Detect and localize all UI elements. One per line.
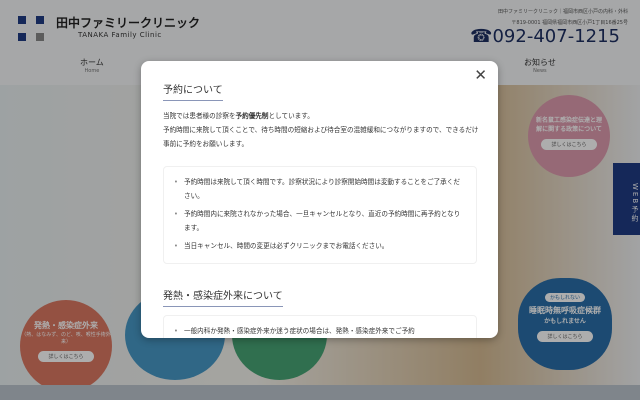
clinic-name-en: TANAKA Family Clinic bbox=[78, 31, 162, 39]
nav-sub: News bbox=[533, 68, 547, 74]
pink-banner[interactable]: 新名鼠工感染症伝達と理解に関する政策について 詳しくはこちら bbox=[528, 95, 610, 177]
sleep-apnea-banner[interactable]: かもしれない 睡眠時無呼吸症候群 かもしれません 詳しくはこちら bbox=[518, 278, 612, 370]
logo-mark bbox=[18, 16, 26, 24]
intro-bold: 予約優先制 bbox=[235, 112, 269, 120]
tagline: 田中ファミリークリニック｜福岡市西区小戸の内科・外科 bbox=[497, 9, 628, 15]
logo-mark bbox=[36, 16, 44, 24]
phone-number[interactable]: ☎092-407-1215 bbox=[470, 26, 620, 47]
logo-mark bbox=[18, 33, 26, 41]
note-item: 予約時間は来院して頂く時間です。診察状況により診察開始時間は変動することをご了承… bbox=[174, 175, 466, 203]
nav-label: お知らせ bbox=[524, 58, 556, 67]
intro-text-2: 予約時間に来院して頂くことで、待ち時間の短縮および待合室の混雑緩和につながります… bbox=[163, 126, 479, 148]
banner-sub: （熱、はなみず、のど、咳、喉性手術外来） bbox=[21, 332, 111, 345]
close-icon[interactable]: ✕ bbox=[474, 66, 487, 84]
note-item: 当日キャンセル、時間の変更は必ずクリニックまでお電話ください。 bbox=[174, 239, 466, 253]
section-title-fever: 発熱・感染症外来について bbox=[163, 287, 283, 307]
nav-label: ホーム bbox=[80, 58, 104, 67]
section-title-reservation: 予約について bbox=[163, 81, 223, 101]
address: 〒819-0001 福岡県福岡市西区小戸1丁目16番25号 bbox=[511, 20, 628, 26]
banner-sub: かもしれません bbox=[544, 318, 586, 325]
note-item: 予約時間内に来院されなかった場合、一旦キャンセルとなり、直近の予約時間に再予約と… bbox=[174, 207, 466, 235]
clinic-name[interactable]: 田中ファミリークリニック bbox=[56, 14, 200, 31]
nav-home[interactable]: ホーム Home bbox=[80, 57, 104, 74]
footer-strip bbox=[0, 385, 640, 400]
nav-news[interactable]: お知らせ News bbox=[524, 57, 556, 74]
note-item: 一般内科か発熱・感染症外来か迷う症状の場合は、発熱・感染症外来でご予約 bbox=[174, 324, 466, 338]
more-button[interactable]: 詳しくはこちら bbox=[537, 331, 593, 342]
web-reservation-button[interactable]: WEB予約 bbox=[613, 163, 640, 235]
phone-icon: ☎ bbox=[470, 26, 493, 47]
notes-box-fever: 一般内科か発熱・感染症外来か迷う症状の場合は、発熱・感染症外来でご予約 bbox=[163, 315, 477, 338]
banner-title: 睡眠時無呼吸症候群 bbox=[529, 306, 601, 315]
more-button[interactable]: 詳しくはこちら bbox=[541, 139, 597, 150]
reservation-modal: ✕ 予約について 当院では患者様の診察を予約優先制としています。 予約時間に来院… bbox=[141, 61, 498, 338]
more-button[interactable]: 詳しくはこちら bbox=[38, 351, 94, 362]
intro-pre: 当院では患者様の診察を bbox=[163, 112, 236, 120]
nav-sub: Home bbox=[84, 68, 100, 74]
intro-text: 当院では患者様の診察を予約優先制としています。 bbox=[163, 109, 483, 123]
intro-post: としています。 bbox=[268, 112, 314, 120]
fever-banner[interactable]: 発熱・感染症外来 （熱、はなみず、のど、咳、喉性手術外来） 詳しくはこちら bbox=[20, 300, 112, 392]
banner-title: 発熱・感染症外来 bbox=[34, 321, 98, 330]
phone-text: 092-407-1215 bbox=[492, 26, 620, 47]
banner-title: 新名鼠工感染症伝達と理解に関する政策について bbox=[536, 117, 603, 133]
notes-box: 予約時間は来院して頂く時間です。診察状況により診察開始時間は変動することをご了承… bbox=[163, 166, 477, 264]
logo-mark bbox=[36, 33, 44, 41]
sleep-badge: かもしれない bbox=[544, 293, 585, 302]
